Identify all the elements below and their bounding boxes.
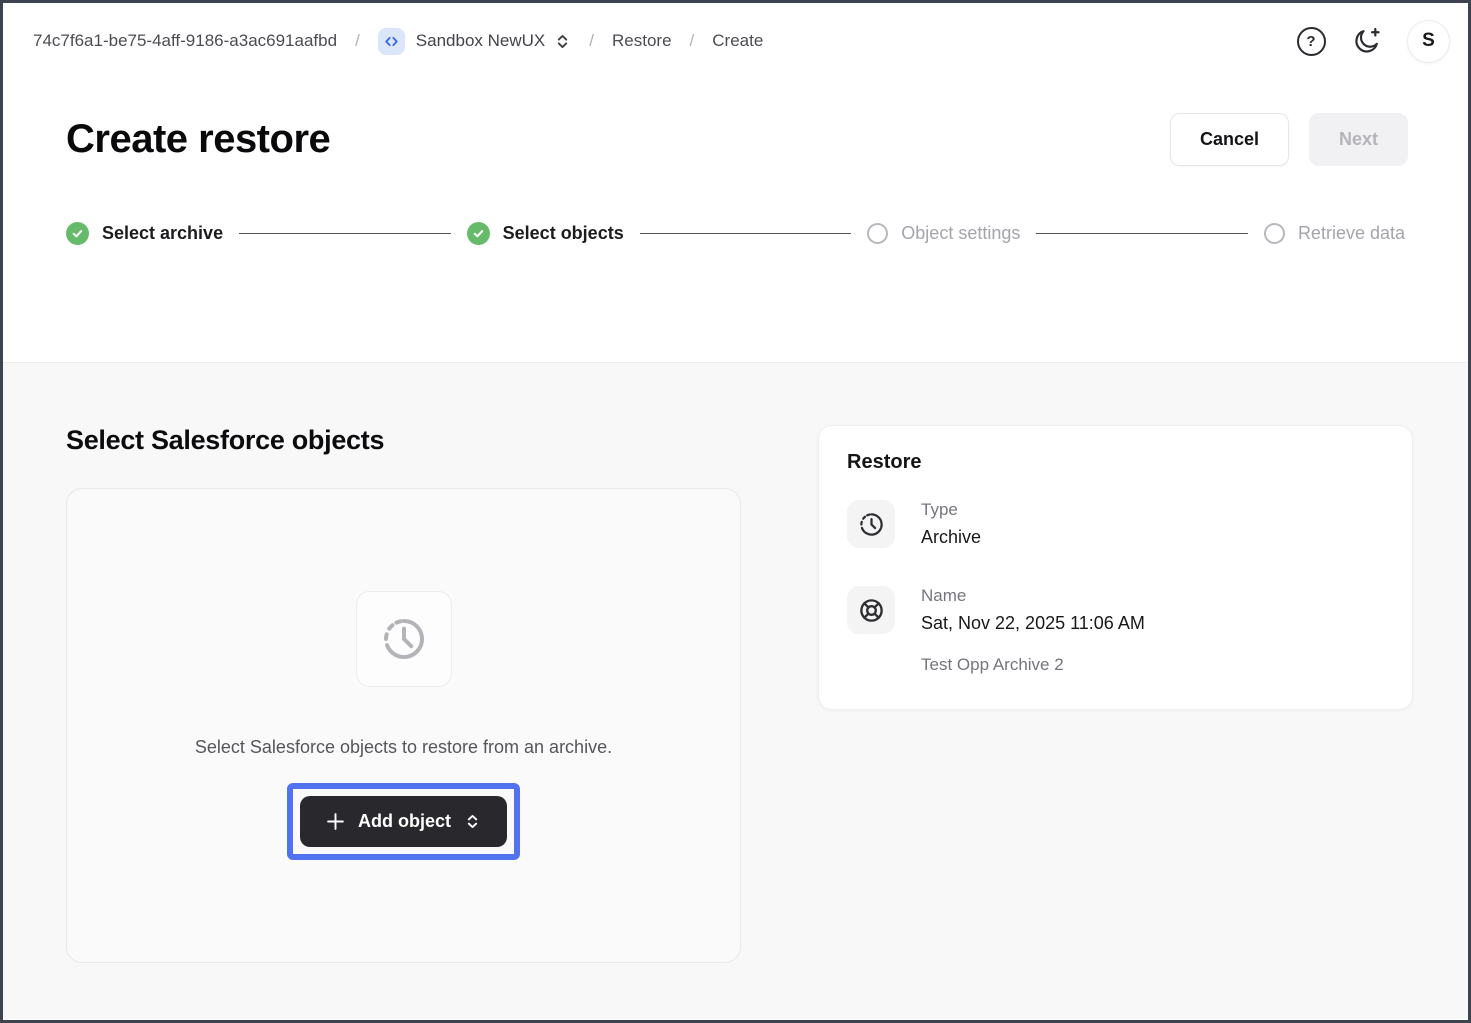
timer-icon: [847, 500, 895, 548]
help-icon: ?: [1297, 27, 1326, 56]
title-actions: Cancel Next: [1170, 113, 1408, 166]
breadcrumb-create: Create: [712, 31, 763, 51]
theme-toggle-button[interactable]: [1351, 25, 1383, 57]
summary-row-name: Name Sat, Nov 22, 2025 11:06 AM: [847, 586, 1384, 634]
check-circle-icon: [66, 222, 89, 245]
check-circle-icon: [467, 222, 490, 245]
step-connector: [1036, 233, 1248, 234]
page-header: 74c7f6a1-be75-4aff-9186-a3ac691aafbd / S…: [3, 3, 1468, 363]
summary-title: Restore: [847, 451, 1384, 474]
step-connector: [640, 233, 852, 234]
breadcrumb-org-id[interactable]: 74c7f6a1-be75-4aff-9186-a3ac691aafbd: [33, 31, 337, 51]
org-selector-label[interactable]: Sandbox NewUX: [416, 31, 545, 51]
breadcrumb-restore[interactable]: Restore: [612, 31, 672, 51]
step-select-archive[interactable]: Select archive: [66, 222, 223, 245]
name-value: Sat, Nov 22, 2025 11:06 AM: [921, 613, 1145, 634]
empty-state-description: Select Salesforce objects to restore fro…: [164, 733, 644, 762]
section-title: Select Salesforce objects: [66, 425, 741, 456]
step-object-settings: Object settings: [867, 223, 1020, 244]
top-bar: 74c7f6a1-be75-4aff-9186-a3ac691aafbd / S…: [3, 3, 1468, 79]
add-object-button[interactable]: Add object: [300, 796, 507, 847]
plus-icon: [326, 812, 345, 831]
stepper: Select archive Select objects Object set…: [3, 222, 1468, 245]
topbar-actions: ? S: [1295, 20, 1450, 63]
empty-circle-icon: [867, 223, 888, 244]
moon-plus-icon: [1352, 26, 1382, 56]
breadcrumb-separator: /: [355, 31, 360, 51]
title-row: Create restore Cancel Next: [3, 113, 1468, 166]
chevron-up-down-icon[interactable]: [554, 33, 571, 50]
help-button[interactable]: ?: [1295, 25, 1327, 57]
life-buoy-icon: [847, 586, 895, 634]
step-label: Select archive: [102, 223, 223, 244]
focus-highlight: Add object: [287, 783, 520, 860]
next-button[interactable]: Next: [1309, 113, 1408, 166]
archive-name: Test Opp Archive 2: [847, 655, 1384, 675]
name-label: Name: [921, 586, 1145, 606]
cancel-button[interactable]: Cancel: [1170, 113, 1289, 166]
page-title: Create restore: [66, 117, 330, 162]
summary-column: Restore Type Archi: [818, 425, 1413, 963]
restore-summary-card: Restore Type Archi: [818, 425, 1413, 710]
code-icon: [378, 28, 405, 55]
step-connector: [239, 233, 451, 234]
add-object-label: Add object: [358, 811, 451, 832]
step-label: Select objects: [503, 223, 624, 244]
step-label: Retrieve data: [1298, 223, 1405, 244]
type-value: Archive: [921, 527, 981, 548]
empty-circle-icon: [1264, 223, 1285, 244]
main-content: Select Salesforce objects Select Salesfo…: [3, 363, 1468, 1019]
breadcrumb: 74c7f6a1-be75-4aff-9186-a3ac691aafbd / S…: [33, 28, 763, 55]
breadcrumb-separator: /: [589, 31, 594, 51]
objects-column: Select Salesforce objects Select Salesfo…: [66, 425, 741, 963]
step-select-objects[interactable]: Select objects: [467, 222, 624, 245]
step-retrieve-data: Retrieve data: [1264, 223, 1405, 244]
type-label: Type: [921, 500, 981, 520]
breadcrumb-separator: /: [690, 31, 695, 51]
history-clock-icon: [356, 591, 452, 687]
avatar[interactable]: S: [1407, 20, 1450, 63]
summary-row-type: Type Archive: [847, 500, 1384, 548]
objects-empty-state-card: Select Salesforce objects to restore fro…: [66, 488, 741, 963]
step-label: Object settings: [901, 223, 1020, 244]
chevron-up-down-icon: [464, 813, 481, 830]
